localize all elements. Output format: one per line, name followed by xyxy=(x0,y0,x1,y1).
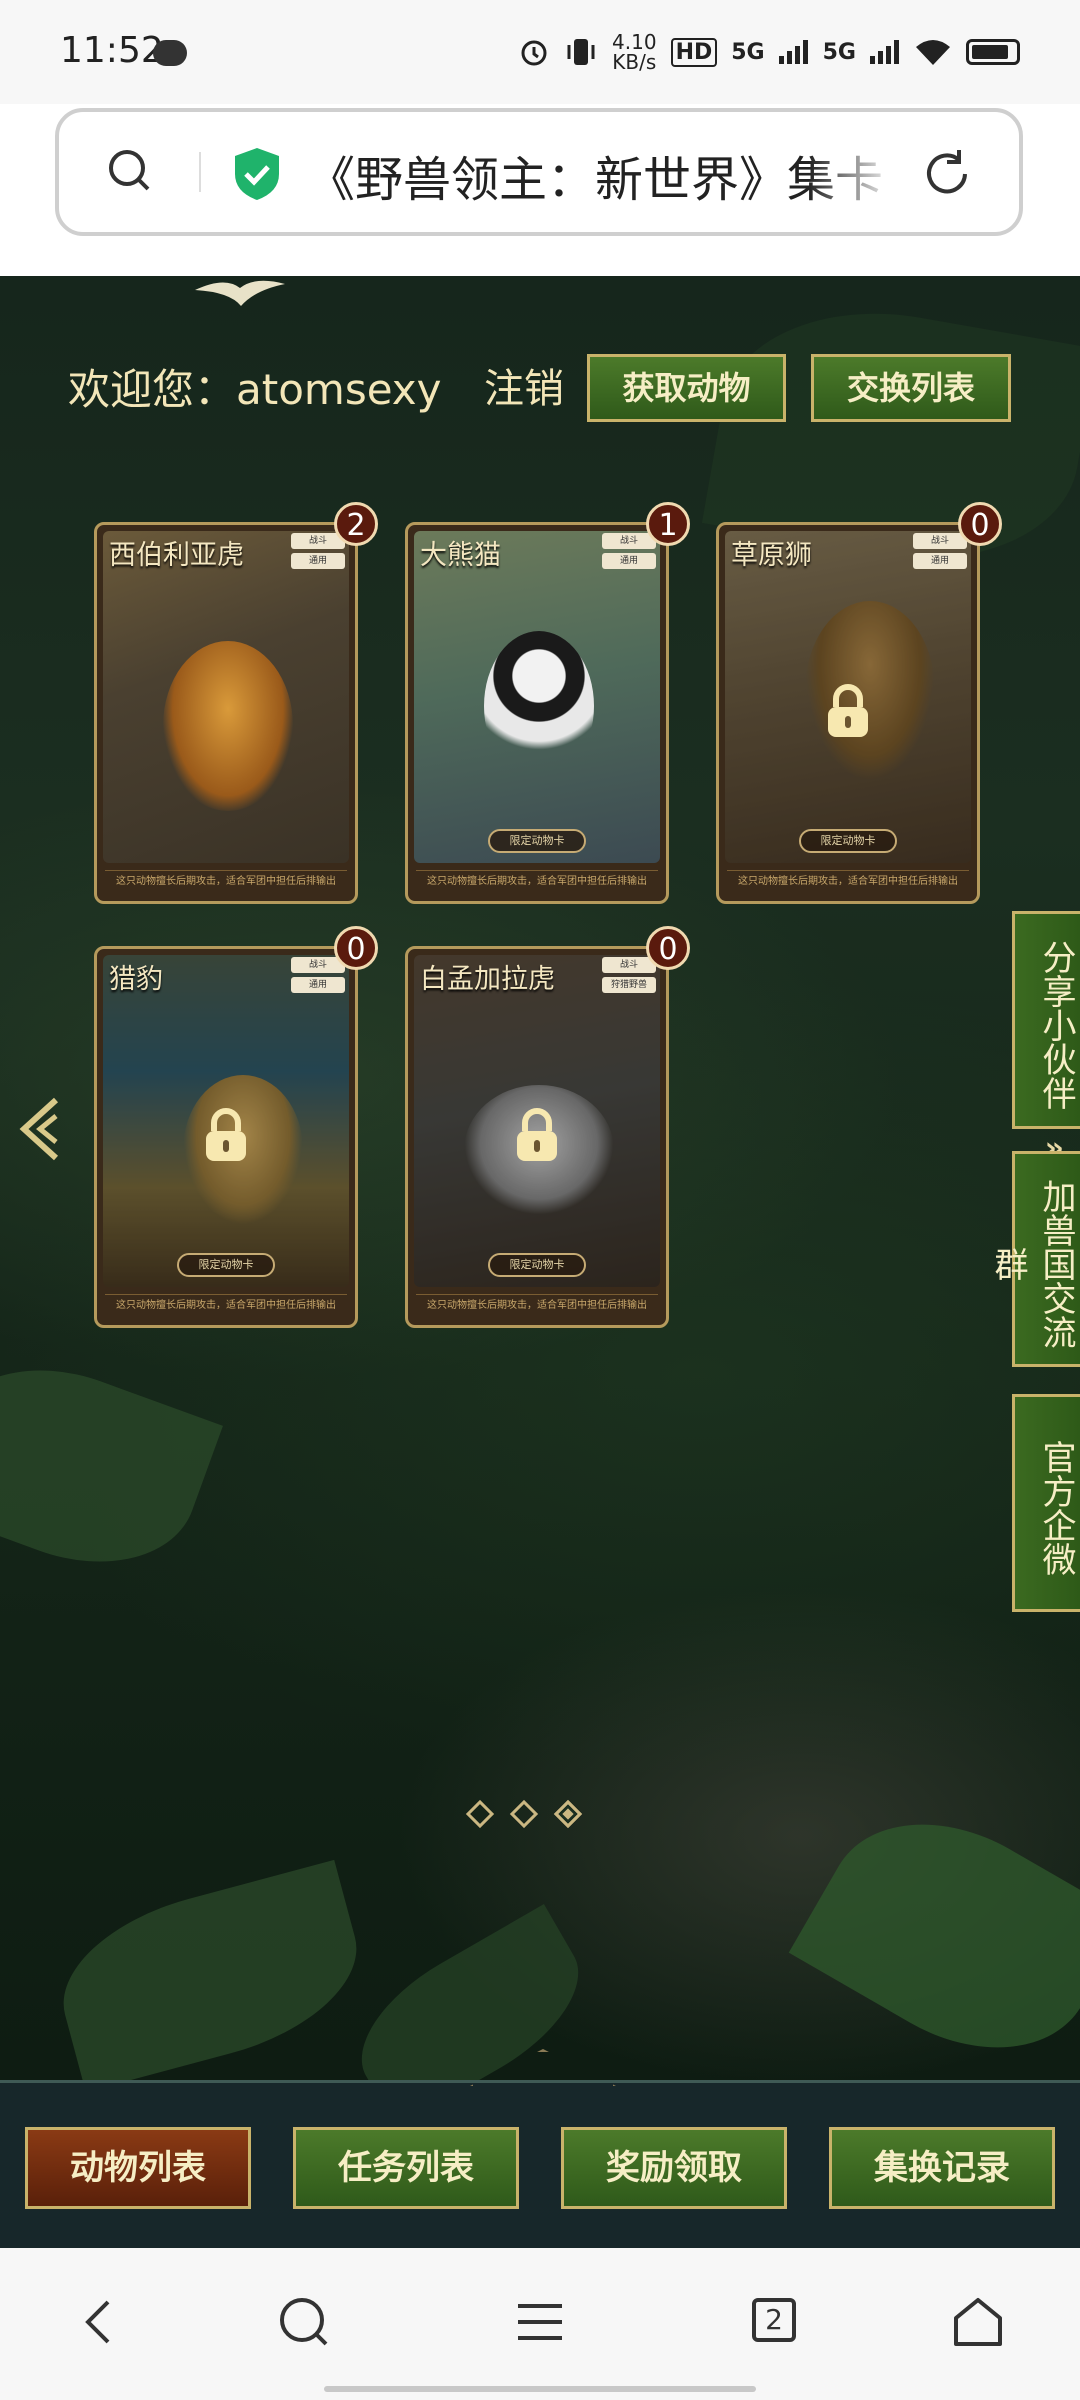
limited-card-label: 限定动物卡 xyxy=(488,1253,586,1277)
welcome-text: 欢迎您：atomsexy xyxy=(68,365,442,414)
clock: 11:52 xyxy=(60,30,164,71)
back-icon[interactable] xyxy=(74,2294,130,2350)
secure-shield-icon xyxy=(235,148,279,200)
card-tags: 战斗 通用 xyxy=(602,533,656,573)
card-tag: 战斗 xyxy=(602,957,656,973)
card-name: 西伯利亚虎 xyxy=(109,540,244,571)
page-dot[interactable] xyxy=(509,1799,539,1829)
join-group-tab[interactable]: 加兽国交流群 xyxy=(988,1151,1080,1367)
menu-icon[interactable] xyxy=(512,2294,568,2350)
address-bar[interactable]: 《野兽领主：新世界》集卡 xyxy=(55,108,1023,236)
card-art xyxy=(414,531,660,863)
exchange-list-button[interactable]: 交换列表 xyxy=(811,354,1011,422)
tabs-count: 2 xyxy=(752,2298,796,2342)
card-tag: 通用 xyxy=(291,553,345,569)
foliage-decoration xyxy=(44,1859,376,2080)
home-icon[interactable] xyxy=(950,2294,1006,2350)
foliage-decoration xyxy=(0,1336,223,1596)
card-tag: 通用 xyxy=(602,553,656,569)
tabs-button[interactable]: 2 xyxy=(748,2294,804,2350)
get-animals-button[interactable]: 获取动物 xyxy=(587,354,786,422)
card-tags: 战斗 通用 xyxy=(291,533,345,573)
card-tags: 战斗 通用 xyxy=(913,533,967,573)
animal-card[interactable]: 白孟加拉虎 战斗 狩猎野兽 限定动物卡 这只动物擅长后期攻击，适合军团中担任后排… xyxy=(405,946,669,1328)
signal-bars-icon xyxy=(870,40,899,64)
battery-icon xyxy=(966,39,1020,65)
vibrate-icon xyxy=(567,39,595,65)
animal-card[interactable]: 猎豹 战斗 通用 限定动物卡 这只动物擅长后期攻击，适合军团中担任后排输出 xyxy=(94,946,358,1328)
animal-card[interactable]: 大熊猫 战斗 通用 限定动物卡 这只动物擅长后期攻击，适合军团中担任后排输出 xyxy=(405,522,669,904)
tab-reward-claim[interactable]: 奖励领取 xyxy=(561,2127,787,2209)
reload-icon[interactable] xyxy=(919,146,975,202)
card-name: 大熊猫 xyxy=(420,540,501,571)
lock-icon xyxy=(517,1108,557,1161)
animal-card[interactable]: 草原狮 战斗 通用 限定动物卡 这只动物擅长后期攻击，适合军团中担任后排输出 xyxy=(716,522,980,904)
browser-nav-bar: 2 xyxy=(0,2248,1080,2400)
card-tags: 战斗 通用 xyxy=(291,957,345,997)
game-bottom-bar: 动物列表 任务列表 奖励领取 集换记录 xyxy=(0,2049,1080,2248)
limited-card-label: 限定动物卡 xyxy=(799,829,897,853)
card-description: 这只动物擅长后期攻击，适合军团中担任后排输出 xyxy=(105,1294,347,1317)
page-title[interactable]: 《野兽领主：新世界》集卡 xyxy=(307,140,897,210)
search-icon[interactable] xyxy=(276,2294,332,2350)
card-description: 这只动物擅长后期攻击，适合军团中担任后排输出 xyxy=(105,870,347,893)
animal-card[interactable]: 西伯利亚虎 战斗 通用 这只动物擅长后期攻击，适合军团中担任后排输出 xyxy=(94,522,358,904)
tab-exchange-records[interactable]: 集换记录 xyxy=(829,2127,1055,2209)
lock-icon xyxy=(206,1108,246,1161)
tab-task-list[interactable]: 任务列表 xyxy=(293,2127,519,2209)
page-indicator xyxy=(465,1799,583,1829)
limited-card-label: 限定动物卡 xyxy=(177,1253,275,1277)
prev-page-arrow-icon[interactable] xyxy=(18,1096,62,1162)
card-description: 这只动物擅长后期攻击，适合军团中担任后排输出 xyxy=(416,1294,658,1317)
card-description: 这只动物擅长后期攻击，适合军团中担任后排输出 xyxy=(416,870,658,893)
signal-5g-2: 5G xyxy=(822,39,856,65)
card-name: 白孟加拉虎 xyxy=(420,964,555,995)
tiger-image xyxy=(163,641,293,811)
status-icons: 4.10 KB/s HD 5G 5G xyxy=(518,32,1020,72)
card-count-badge: 0 xyxy=(958,502,1002,546)
card-name: 草原狮 xyxy=(731,540,812,571)
official-wecom-tab[interactable]: 官方企微 xyxy=(1012,1394,1080,1612)
alarm-icon xyxy=(521,40,547,66)
gesture-bar[interactable] xyxy=(324,2386,756,2392)
limited-card-label: 限定动物卡 xyxy=(488,829,586,853)
card-art xyxy=(103,531,349,863)
foliage-decoration xyxy=(336,1904,604,2080)
card-tag: 通用 xyxy=(913,553,967,569)
wifi-icon xyxy=(916,40,950,65)
game-area: 欢迎您：atomsexy 注销 获取动物 交换列表 西伯利亚虎 战斗 通用 这只… xyxy=(0,276,1080,2080)
card-tag: 狩猎野兽 xyxy=(602,977,656,993)
page-dot[interactable] xyxy=(465,1799,495,1829)
card-count-badge: 1 xyxy=(646,502,690,546)
card-tag: 通用 xyxy=(291,977,345,993)
logout-link[interactable]: 注销 xyxy=(484,356,564,414)
hd-icon: HD xyxy=(670,37,718,67)
panda-image xyxy=(484,631,594,781)
bird-decoration xyxy=(195,280,285,306)
card-tags: 战斗 狩猎野兽 xyxy=(602,957,656,997)
net-speed-unit: KB/s xyxy=(612,50,657,74)
status-bar: 11:52 4.10 KB/s HD 5G 5G xyxy=(0,0,1080,104)
card-count-badge: 0 xyxy=(334,926,378,970)
signal-bars-icon xyxy=(778,40,808,64)
divider xyxy=(199,152,201,192)
search-icon[interactable] xyxy=(107,148,151,192)
foliage-decoration xyxy=(788,1779,1080,2080)
card-count-badge: 0 xyxy=(646,926,690,970)
signal-5g-1: 5G xyxy=(731,39,765,65)
wechat-icon xyxy=(153,40,187,66)
card-name: 猎豹 xyxy=(109,964,163,995)
card-description: 这只动物擅长后期攻击，适合军团中担任后排输出 xyxy=(727,870,969,893)
share-friends-tab[interactable]: 分享小伙伴 xyxy=(1012,911,1080,1129)
card-tag: 战斗 xyxy=(913,533,967,549)
page-dot-active[interactable] xyxy=(553,1799,583,1829)
card-count-badge: 2 xyxy=(334,502,378,546)
tab-animal-list[interactable]: 动物列表 xyxy=(25,2127,251,2209)
card-tag: 战斗 xyxy=(602,533,656,549)
lock-icon xyxy=(828,684,868,737)
